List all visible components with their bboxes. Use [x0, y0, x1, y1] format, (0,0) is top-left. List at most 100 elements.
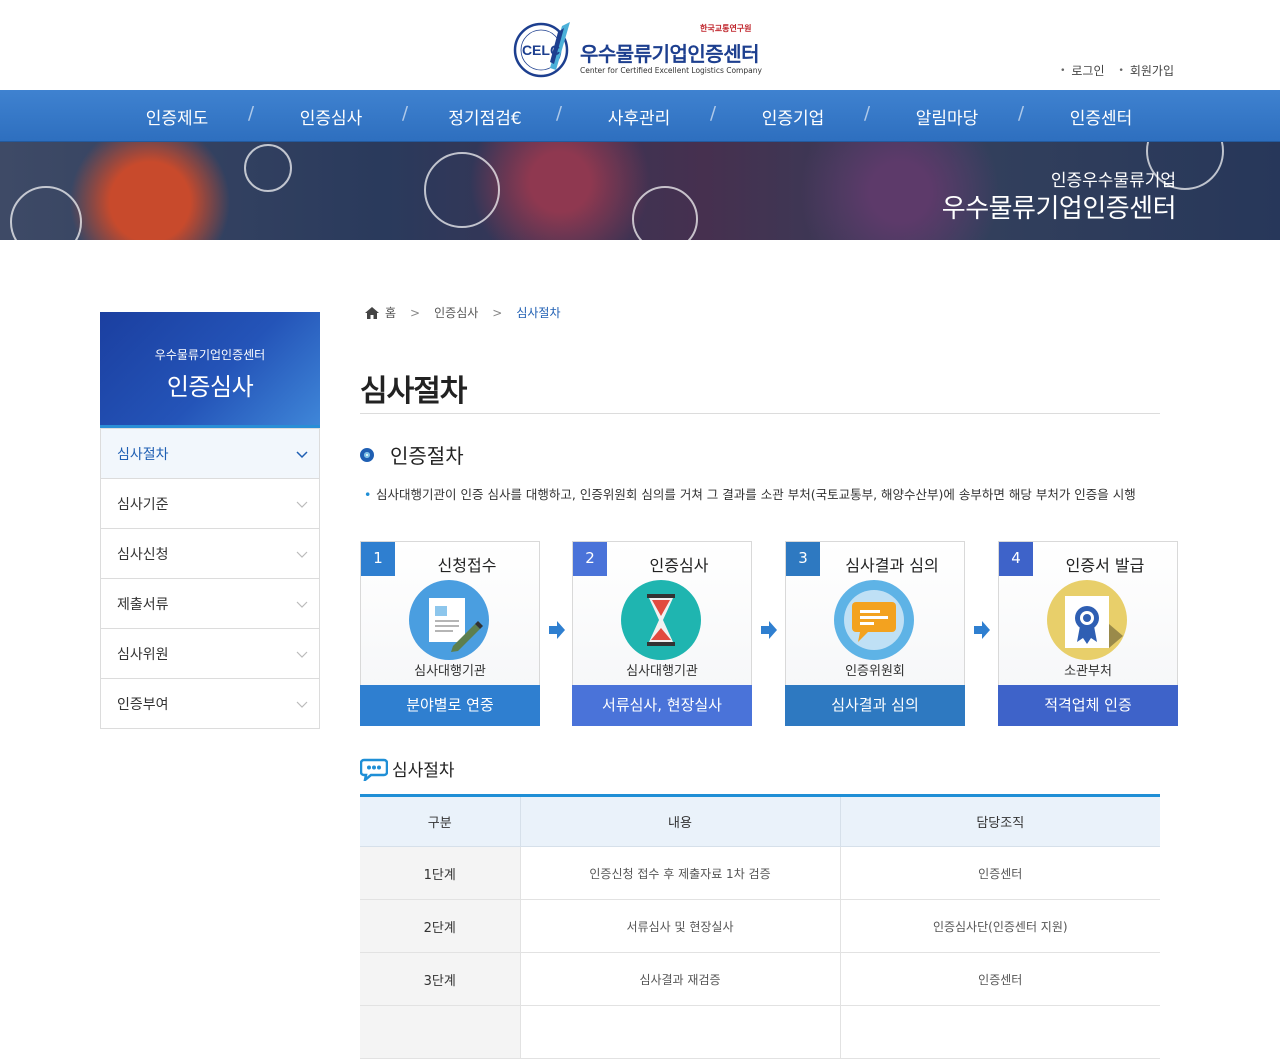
arrow-right-icon	[974, 621, 990, 639]
column-header-org: 담당조직	[839, 795, 1160, 847]
procedure-table: 구분 내용 담당조직 1단계 인증신청 접수 후 제출자료 1차 검증 인증센터…	[360, 794, 1160, 1059]
step-title: 인증심사	[649, 556, 709, 575]
cloud-circle-icon	[244, 144, 292, 192]
speech-dots-icon	[360, 758, 388, 781]
nav-item-cert-review[interactable]: 인증심사	[248, 103, 408, 129]
side-nav-item-reviewers[interactable]: 심사위원	[101, 628, 319, 678]
step-card-4: 4 인증서 발급 소관부처 적격업체 인증	[998, 541, 1178, 726]
side-nav-item-grant[interactable]: 인증부여	[101, 678, 319, 728]
side-nav-header: 우수물류기업인증센터 인증심사	[100, 312, 320, 428]
table-cell-stage: 2단계	[360, 899, 520, 953]
side-nav: 우수물류기업인증센터 인증심사 심사절차 심사기준 심사신청 제출서류 심사위원…	[100, 312, 320, 729]
side-nav-item-label: 심사절차	[117, 446, 169, 463]
side-nav-item-documents[interactable]: 제출서류	[101, 578, 319, 628]
chevron-down-icon	[296, 450, 308, 458]
step-title: 신청접수	[437, 556, 497, 575]
nav-item-regular-inspection[interactable]: 정기점검€	[402, 103, 562, 129]
step-number: 4	[999, 542, 1033, 576]
sub-section-title: 심사절차	[360, 756, 455, 781]
chevron-down-icon	[296, 501, 308, 508]
hourglass-icon	[621, 580, 701, 660]
step-action: 분야별로 연중	[360, 685, 540, 726]
signup-link[interactable]: 회원가입	[1119, 62, 1174, 79]
step-number: 2	[573, 542, 607, 576]
breadcrumb-home[interactable]: 홈	[385, 304, 396, 321]
table-row: 1단계 인증신청 접수 후 제출자료 1차 검증 인증센터	[360, 846, 1160, 900]
side-nav-item-label: 제출서류	[117, 596, 169, 613]
section-title: 인증절차	[360, 440, 464, 469]
side-nav-item-label: 심사신청	[117, 546, 169, 563]
page-title: 심사절차	[360, 374, 467, 409]
nav-item-certified-companies[interactable]: 인증기업	[710, 103, 870, 129]
step-card-2: 2 인증심사 심사대행기관 서류심사, 현장실사	[572, 541, 752, 726]
nav-item-notice[interactable]: 알림마당	[864, 103, 1024, 129]
table-cell-org	[839, 1005, 1160, 1059]
wifi-circle-icon	[424, 152, 500, 228]
step-role: 인증위원회	[845, 664, 905, 679]
document-pen-icon	[409, 580, 489, 660]
logo-title: 우수물류기업인증센터	[580, 42, 760, 66]
table-cell-stage	[360, 1005, 520, 1059]
table-cell-org: 인증센터	[839, 846, 1160, 900]
logo-org-name: 한국교통연구원	[700, 24, 752, 33]
breadcrumb-level1[interactable]: 인증심사	[434, 304, 478, 321]
table-row: 3단계 심사결과 재검증 인증센터	[360, 952, 1160, 1006]
table-cell-content: 인증신청 접수 후 제출자료 1차 검증	[519, 846, 840, 900]
procedure-steps: 1 신청접수 심사대행기관 분야별로 연중 2 인증심사 심사대행기관 서류심사…	[360, 541, 1180, 727]
login-link[interactable]: 로그인	[1060, 62, 1104, 79]
table-cell-org: 인증센터	[839, 952, 1160, 1006]
table-cell-stage: 1단계	[360, 846, 520, 900]
logo-subtitle: Center for Certified Excellent Logistics…	[580, 66, 762, 75]
step-role: 심사대행기관	[414, 664, 486, 679]
certificate-ribbon-icon	[1047, 580, 1127, 660]
step-card-1: 1 신청접수 심사대행기관 분야별로 연중	[360, 541, 540, 726]
site-header: CELC 한국교통연구원 우수물류기업인증센터 Center for Certi…	[0, 0, 1280, 90]
sub-section-title-text: 심사절차	[392, 761, 455, 781]
table-cell-content: 서류심사 및 현장실사	[519, 899, 840, 953]
title-divider	[360, 413, 1160, 414]
main-nav: 인증제도 인증심사 정기점검€ 사후관리 인증기업 알림마당 인증센터	[0, 90, 1280, 142]
step-number: 3	[786, 542, 820, 576]
chevron-down-icon	[296, 701, 308, 708]
breadcrumb-current: 심사절차	[516, 306, 561, 320]
tablet-circle-icon	[10, 186, 82, 240]
breadcrumb: 홈 > 인증심사 > 심사절차	[364, 304, 561, 321]
table-row: 2단계 서류심사 및 현장실사 인증심사단(인증센터 지원)	[360, 899, 1160, 953]
step-role: 소관부처	[1064, 664, 1112, 679]
side-nav-title: 인증심사	[166, 373, 254, 401]
table-row	[360, 1005, 1160, 1059]
table-cell-content: 심사결과 재검증	[519, 952, 840, 1006]
step-title: 인증서 발급	[1065, 556, 1145, 575]
home-icon[interactable]	[364, 306, 380, 320]
speech-bubble-icon	[834, 580, 914, 660]
side-nav-item-procedure[interactable]: 심사절차	[101, 428, 319, 478]
chevron-down-icon	[296, 601, 308, 608]
side-nav-item-criteria[interactable]: 심사기준	[101, 478, 319, 528]
table-cell-stage: 3단계	[360, 952, 520, 1006]
procedure-note: 심사대행기관이 인증 심사를 대행하고, 인증위원회 심의를 거쳐 그 결과를 …	[364, 486, 1156, 503]
table-cell-org: 인증심사단(인증센터 지원)	[839, 899, 1160, 953]
step-action: 서류심사, 현장실사	[572, 685, 752, 726]
chat-circle-icon	[632, 186, 698, 240]
side-nav-item-application[interactable]: 심사신청	[101, 528, 319, 578]
arrow-right-icon	[549, 621, 565, 639]
celc-badge-icon: CELC	[513, 22, 570, 78]
sub-visual-banner: 인증우수물류기업 우수물류기업인증센터	[0, 142, 1280, 240]
breadcrumb-separator-icon: >	[492, 305, 503, 320]
step-action: 적격업체 인증	[998, 685, 1178, 726]
site-logo[interactable]: CELC 한국교통연구원 우수물류기업인증센터 Center for Certi…	[512, 18, 772, 80]
step-title: 심사결과 심의	[845, 556, 939, 575]
step-role: 심사대행기관	[626, 664, 698, 679]
side-nav-item-label: 심사기준	[117, 496, 169, 513]
step-number: 1	[361, 542, 395, 576]
arrow-right-icon	[761, 621, 777, 639]
bullet-circle-icon	[360, 447, 374, 462]
nav-item-cert-system[interactable]: 인증제도	[100, 104, 254, 129]
nav-item-cert-center[interactable]: 인증센터	[1018, 103, 1178, 129]
step-action: 심사결과 심의	[785, 685, 965, 726]
top-links: 로그인 회원가입	[1060, 62, 1174, 79]
nav-item-post-management[interactable]: 사후관리	[556, 103, 716, 129]
side-nav-item-label: 인증부여	[117, 696, 169, 713]
banner-title: 우수물류기업인증센터	[941, 194, 1177, 224]
breadcrumb-separator-icon: >	[410, 305, 421, 320]
